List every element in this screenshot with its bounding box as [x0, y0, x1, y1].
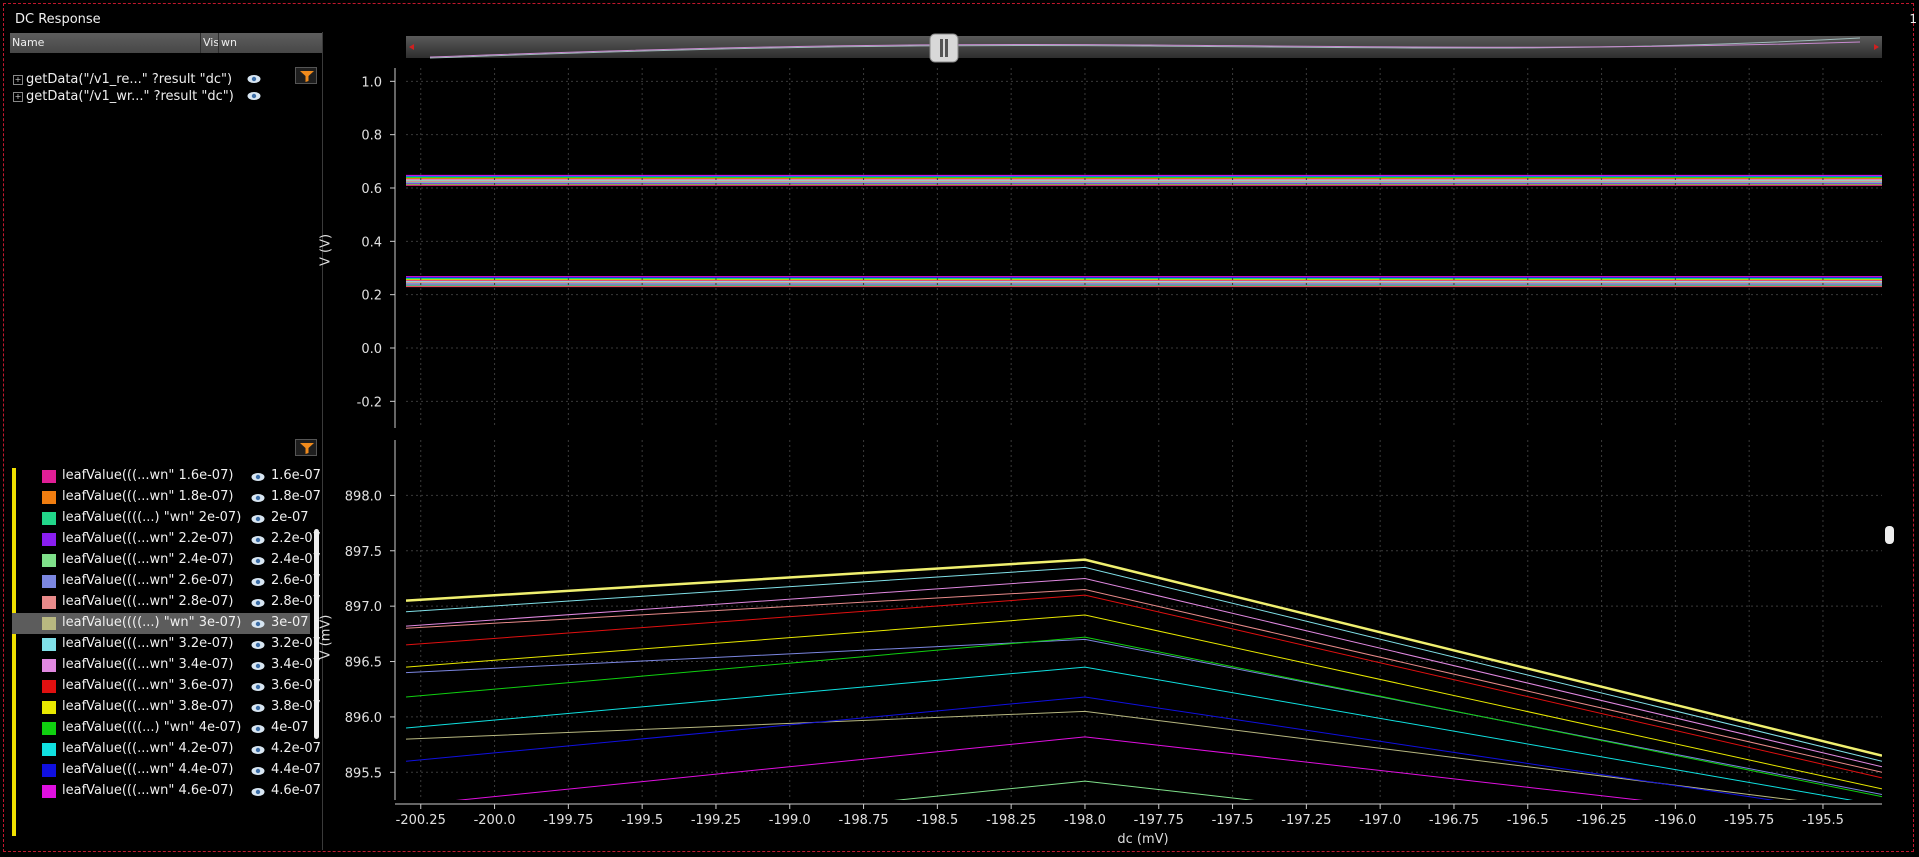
x-tick-label: -195.75	[1724, 813, 1774, 828]
x-tick-label: -198.25	[986, 813, 1036, 828]
x-tick-label: -199.5	[621, 813, 663, 828]
x-tick-label: -200.0	[474, 813, 516, 828]
y-tick-label: 897.0	[345, 600, 382, 615]
zoom-handle-grip-icon	[940, 39, 943, 57]
x-tick-label: -197.0	[1359, 813, 1401, 828]
x-tick-label: -199.75	[543, 813, 593, 828]
y-axis-label-top: V (V)	[318, 233, 334, 267]
y-tick-label: 897.5	[345, 545, 382, 560]
x-tick-label: -196.25	[1576, 813, 1626, 828]
x-tick-label: -199.0	[769, 813, 811, 828]
y-tick-label: 0.0	[361, 342, 382, 357]
y-tick-label: 0.8	[361, 129, 382, 144]
series-line	[406, 577, 1882, 768]
y-tick-label: 898.0	[345, 489, 382, 504]
x-tick-label: -197.25	[1281, 813, 1331, 828]
x-tick-label: -199.25	[691, 813, 741, 828]
x-tick-label: -196.0	[1654, 813, 1696, 828]
y-tick-label: -0.2	[357, 395, 382, 410]
x-axis-label: dc (mV)	[1117, 832, 1169, 847]
x-tick-label: -197.75	[1134, 813, 1184, 828]
series-line	[406, 589, 1882, 773]
x-tick-label: -196.75	[1429, 813, 1479, 828]
vertical-scroll-thumb[interactable]	[1885, 526, 1894, 544]
y-tick-label: 0.6	[361, 182, 382, 197]
series-line	[406, 566, 1882, 762]
x-tick-label: -198.75	[838, 813, 888, 828]
y-tick-label: 896.5	[345, 656, 382, 671]
x-tick-label: -198.5	[916, 813, 958, 828]
overview-strip[interactable]	[406, 36, 1882, 58]
y-tick-label: 0.4	[361, 235, 382, 250]
x-tick-label: -195.5	[1802, 813, 1844, 828]
x-tick-label: -198.0	[1064, 813, 1106, 828]
chart-area: 1.0 0.8 0.6 0.4 0.2 0.0 -0.2 898.0 897.5 897.0 896…	[345, 33, 1894, 828]
series-line	[406, 666, 1854, 800]
y-tick-label: 895.5	[345, 766, 382, 781]
y-tick-label: 896.0	[345, 711, 382, 726]
y-axis-label-bottom: V (mV)	[318, 614, 334, 660]
x-tick-label: -196.5	[1507, 813, 1549, 828]
y-tick-label: 1.0	[361, 75, 382, 90]
series-line	[406, 710, 1798, 800]
series-line	[406, 594, 1882, 779]
zoom-handle-grip-icon	[945, 39, 948, 57]
zoom-handle[interactable]	[929, 33, 959, 63]
x-tick-label: -200.25	[396, 813, 446, 828]
y-tick-label: 0.2	[361, 289, 382, 304]
x-tick-label: -197.5	[1212, 813, 1254, 828]
series-line	[406, 558, 1882, 757]
